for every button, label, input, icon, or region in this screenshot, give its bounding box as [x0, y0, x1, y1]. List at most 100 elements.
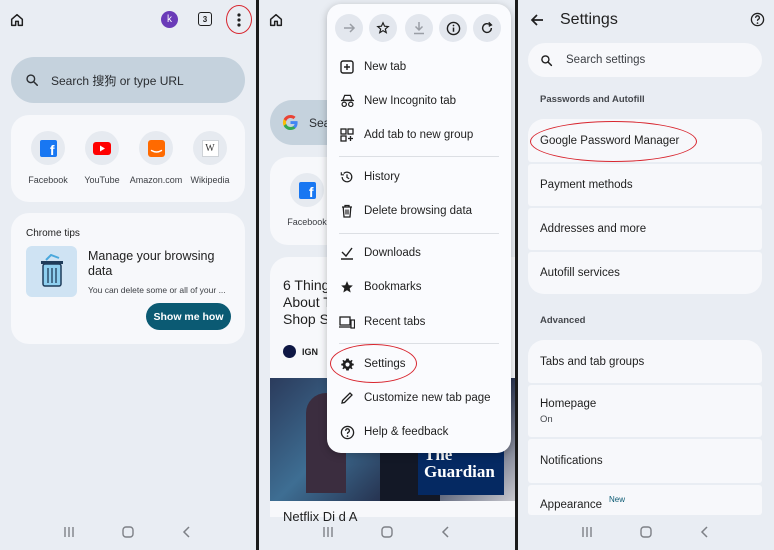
tips-title: Manage your browsing data	[88, 249, 215, 278]
google-icon	[282, 114, 299, 131]
shortcuts-card: f W Facebook YouTube Amazon.com Wikipedi…	[11, 115, 245, 202]
settings-item-addresses[interactable]: Addresses and more	[528, 208, 762, 250]
info-icon[interactable]	[439, 14, 467, 42]
back-arrow-icon[interactable]	[530, 13, 544, 27]
recent-tabs-icon	[339, 314, 355, 330]
omnibox-placeholder: Search 搜狗 or type URL	[51, 73, 184, 88]
tab-group-icon	[339, 127, 355, 143]
help-icon	[339, 424, 355, 440]
home-icon[interactable]	[9, 12, 25, 28]
new-tab-icon	[339, 59, 355, 75]
search-icon	[540, 54, 553, 67]
home-button-icon[interactable]	[116, 520, 140, 544]
shortcut-youtube[interactable]	[85, 131, 119, 165]
settings-item-homepage[interactable]: Homepage On	[528, 385, 762, 437]
menu-item-downloads[interactable]: Downloads	[327, 238, 511, 268]
facebook-icon: f	[39, 139, 57, 157]
shortcut-amazon[interactable]	[139, 131, 173, 165]
account-avatar[interactable]: k	[161, 11, 178, 28]
menu-item-label: Customize new tab page	[364, 392, 491, 404]
back-icon[interactable]	[434, 520, 458, 544]
menu-item-label: Recent tabs	[364, 316, 426, 328]
tab-switcher-button[interactable]: 3	[198, 12, 212, 26]
tab-count: 3	[202, 14, 208, 24]
home-button-icon[interactable]	[634, 520, 658, 544]
avatar-letter: k	[167, 14, 172, 25]
menu-item-bookmarks[interactable]: Bookmarks	[327, 272, 511, 302]
settings-item-payment-methods[interactable]: Payment methods	[528, 164, 762, 206]
menu-item-label: Downloads	[364, 247, 421, 259]
page-title: Settings	[560, 11, 618, 28]
settings-item-appearance[interactable]: Appearance New	[528, 485, 762, 515]
settings-item-autofill-services[interactable]: Autofill services	[528, 252, 762, 294]
menu-divider	[339, 156, 499, 157]
wikipedia-icon: W	[201, 139, 219, 157]
section-header-advanced: Advanced	[540, 315, 586, 326]
home-icon[interactable]	[268, 12, 284, 28]
menu-item-delete-browsing-data[interactable]: Delete browsing data	[327, 196, 511, 226]
menu-item-new-tab[interactable]: New tab	[327, 52, 511, 82]
menu-item-add-tab-to-group[interactable]: Add tab to new group	[327, 120, 511, 150]
menu-item-new-incognito-tab[interactable]: New Incognito tab	[327, 86, 511, 116]
menu-item-label: New Incognito tab	[364, 95, 457, 107]
chrome-overflow-menu: New tab New Incognito tab Add tab to new…	[327, 4, 511, 453]
recent-apps-icon[interactable]	[57, 520, 81, 544]
star-icon[interactable]	[369, 14, 397, 42]
refresh-icon[interactable]	[473, 14, 501, 42]
tips-body: You can delete some or all of your ...	[88, 285, 226, 295]
settings-item-google-password-manager[interactable]: Google Password Manager	[528, 119, 762, 162]
downloads-icon	[339, 245, 355, 261]
article-title: 6 Thing About T Shop S	[283, 277, 332, 327]
chrome-new-tab-panel: k 3 Search 搜狗 or type URL f W Facebook Y…	[0, 0, 256, 550]
history-icon	[339, 169, 355, 185]
chrome-settings-panel: Settings Search settings Passwords and A…	[518, 0, 774, 550]
menu-item-label: New tab	[364, 61, 407, 73]
youtube-icon	[93, 141, 111, 155]
more-options-icon[interactable]	[234, 12, 244, 28]
menu-item-label: Add tab to new group	[364, 129, 474, 141]
download-icon[interactable]	[405, 14, 433, 42]
show-me-how-button[interactable]: Show me how	[146, 303, 231, 330]
gear-icon	[339, 356, 355, 372]
menu-item-history[interactable]: History	[327, 162, 511, 192]
menu-item-label: Settings	[364, 358, 406, 370]
settings-item-tabs-and-tab-groups[interactable]: Tabs and tab groups	[528, 340, 762, 383]
shortcut-facebook[interactable]: f	[31, 131, 65, 165]
settings-item-notifications[interactable]: Notifications	[528, 439, 762, 483]
new-badge: New	[609, 495, 626, 504]
chrome-tips-card: Chrome tips Manage your browsing data Yo…	[11, 213, 245, 344]
menu-divider	[339, 233, 499, 234]
back-icon[interactable]	[693, 520, 717, 544]
omnibox[interactable]: Search 搜狗 or type URL	[11, 57, 245, 103]
back-icon[interactable]	[175, 520, 199, 544]
search-settings-input[interactable]: Search settings	[528, 43, 762, 77]
menu-item-settings[interactable]: Settings	[327, 349, 511, 379]
menu-item-recent-tabs[interactable]: Recent tabs	[327, 307, 511, 337]
shortcut-label: Amazon.com	[129, 175, 183, 185]
home-button-icon[interactable]	[375, 520, 399, 544]
recent-apps-icon[interactable]	[575, 520, 599, 544]
pencil-icon	[339, 390, 355, 406]
help-icon[interactable]	[750, 12, 765, 27]
trash-illustration	[26, 246, 77, 297]
trash-icon	[339, 203, 355, 219]
article-source: IGN	[283, 345, 318, 358]
tips-header: Chrome tips	[26, 228, 80, 239]
menu-item-help-feedback[interactable]: Help & feedback	[327, 417, 511, 447]
search-icon	[25, 73, 39, 87]
homepage-status: On	[540, 413, 553, 425]
search-settings-placeholder: Search settings	[566, 54, 646, 66]
forward-icon[interactable]	[335, 14, 363, 42]
recent-apps-icon[interactable]	[316, 520, 340, 544]
system-nav-bar	[259, 514, 515, 550]
amazon-icon	[147, 139, 165, 157]
ign-logo-icon	[283, 345, 296, 358]
incognito-icon	[339, 93, 355, 109]
shortcut-label: Wikipedia	[190, 175, 230, 185]
menu-item-label: Bookmarks	[364, 281, 422, 293]
shortcut-facebook[interactable]: f	[290, 173, 324, 207]
shortcut-wikipedia[interactable]: W	[193, 131, 227, 165]
menu-item-customize-new-tab-page[interactable]: Customize new tab page	[327, 383, 511, 413]
system-nav-bar	[0, 514, 256, 550]
shortcut-label: YouTube	[84, 175, 120, 185]
